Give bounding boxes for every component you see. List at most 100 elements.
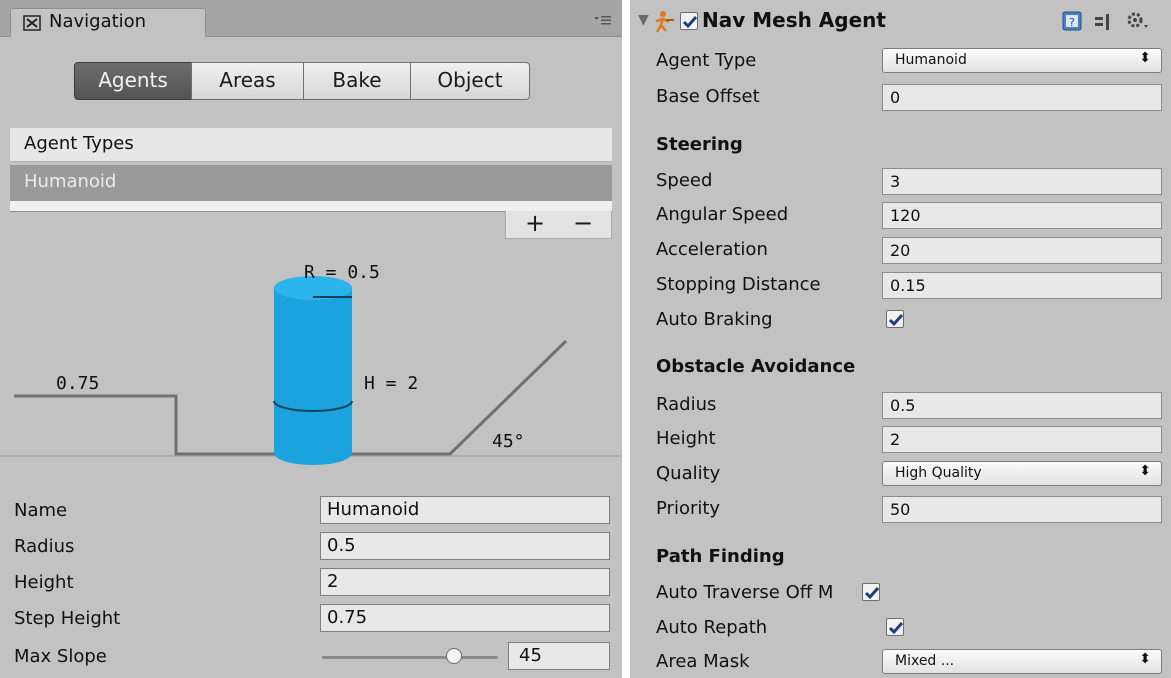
- area-mask-value: Mixed ...: [895, 653, 955, 669]
- oa-radius-row: Radius 0.5: [630, 390, 1171, 420]
- priority-label: Priority: [656, 498, 721, 519]
- agent-cylinder-body: [274, 288, 352, 453]
- auto-braking-label: Auto Braking: [656, 309, 773, 330]
- checkmark-icon: [864, 587, 880, 600]
- height-label: H = 2: [364, 373, 418, 394]
- gear-icon[interactable]: [1125, 10, 1149, 32]
- radius-label: R = 0.5: [304, 262, 380, 283]
- svg-text:?: ?: [1069, 16, 1075, 29]
- auto-traverse-row: Auto Traverse Off M: [630, 578, 1171, 608]
- max-slope-label: Max Slope: [14, 646, 107, 667]
- auto-repath-checkbox[interactable]: [886, 618, 904, 636]
- navigation-icon: [23, 15, 41, 31]
- auto-braking-checkbox[interactable]: [886, 310, 904, 328]
- nav-mesh-agent-inspector: ▼ Nav Mesh Agent ? Agent Type Humanoid ⬍…: [630, 0, 1171, 678]
- angular-speed-field[interactable]: 120: [882, 202, 1162, 229]
- oa-height-row: Height 2: [630, 424, 1171, 454]
- base-offset-label: Base Offset: [656, 86, 760, 107]
- agent-type-label: Agent Type: [656, 50, 757, 71]
- name-field[interactable]: Humanoid: [320, 496, 610, 524]
- step-height-field[interactable]: 0.75: [320, 604, 610, 632]
- area-mask-dropdown[interactable]: Mixed ... ⬍: [882, 649, 1162, 674]
- max-slope-field[interactable]: 45: [508, 642, 610, 670]
- tab-object[interactable]: Object: [410, 62, 530, 100]
- stopping-distance-label: Stopping Distance: [656, 274, 821, 295]
- agent-type-row[interactable]: Humanoid: [10, 165, 612, 201]
- checkmark-icon: [888, 314, 904, 327]
- panel-menu-icon[interactable]: [594, 14, 612, 26]
- agent-cylinder-bottom: [274, 441, 352, 465]
- path-finding-header: Path Finding: [656, 546, 785, 567]
- agent-type-label: Humanoid: [24, 171, 117, 192]
- oa-radius-label: Radius: [656, 394, 717, 415]
- auto-traverse-label: Auto Traverse Off M: [656, 582, 834, 603]
- obstacle-avoidance-header: Obstacle Avoidance: [656, 356, 856, 377]
- acceleration-row: Acceleration 20: [630, 235, 1171, 265]
- agent-types-header: Agent Types: [10, 128, 612, 162]
- navigation-tab[interactable]: Navigation: [10, 8, 206, 37]
- base-offset-row: Base Offset 0: [630, 82, 1171, 112]
- agent-types-header-label: Agent Types: [24, 133, 134, 154]
- priority-field[interactable]: 50: [882, 496, 1162, 523]
- speed-field[interactable]: 3: [882, 168, 1162, 195]
- auto-traverse-checkbox[interactable]: [862, 583, 880, 601]
- max-slope-row: Max Slope 45: [0, 642, 622, 672]
- slope-label: 45°: [492, 431, 525, 452]
- component-enabled-checkbox[interactable]: [680, 12, 698, 30]
- area-mask-row: Area Mask Mixed ... ⬍: [630, 647, 1171, 677]
- auto-braking-row: Auto Braking: [630, 305, 1171, 335]
- acceleration-field[interactable]: 20: [882, 237, 1162, 264]
- agent-type-row: Agent Type Humanoid ⬍: [630, 46, 1171, 76]
- max-slope-slider-track[interactable]: [322, 656, 498, 659]
- oa-radius-field[interactable]: 0.5: [882, 392, 1162, 419]
- agent-type-value: Humanoid: [895, 52, 967, 68]
- step-height-row: Step Height 0.75: [0, 604, 622, 634]
- window-title-bar: Navigation: [0, 0, 622, 37]
- angular-speed-row: Angular Speed 120: [630, 200, 1171, 230]
- stopping-distance-field[interactable]: 0.15: [882, 272, 1162, 299]
- height-label: Height: [14, 572, 74, 593]
- checkmark-icon: [682, 16, 698, 29]
- radius-field[interactable]: 0.5: [320, 532, 610, 560]
- name-label: Name: [14, 500, 68, 521]
- dropdown-arrow-icon: ⬍: [1139, 463, 1151, 479]
- nav-agent-icon: [655, 11, 674, 33]
- oa-height-field[interactable]: 2: [882, 426, 1162, 453]
- preset-icon[interactable]: [1093, 12, 1113, 32]
- name-row: Name Humanoid: [0, 496, 622, 526]
- navigation-window: Navigation Agents Areas Bake Object Agen…: [0, 0, 622, 678]
- navigation-tab-label: Navigation: [49, 11, 147, 32]
- foldout-arrow-icon[interactable]: ▼: [638, 12, 649, 28]
- tab-areas[interactable]: Areas: [191, 62, 304, 100]
- agent-diagram: R = 0.5 H = 2 0.75 45°: [0, 262, 622, 465]
- steering-header: Steering: [656, 134, 743, 155]
- height-row: Height 2: [0, 568, 622, 598]
- quality-dropdown[interactable]: High Quality ⬍: [882, 461, 1162, 486]
- angular-speed-label: Angular Speed: [656, 204, 789, 225]
- auto-repath-label: Auto Repath: [656, 617, 768, 638]
- step-height-label: Step Height: [14, 608, 121, 629]
- speed-label: Speed: [656, 170, 713, 191]
- step-label: 0.75: [56, 373, 99, 394]
- acceleration-label: Acceleration: [656, 239, 768, 260]
- base-offset-field[interactable]: 0: [882, 84, 1162, 111]
- tab-agents[interactable]: Agents: [74, 62, 192, 100]
- radius-label: Radius: [14, 536, 75, 557]
- agent-type-dropdown[interactable]: Humanoid ⬍: [882, 48, 1162, 73]
- help-icon[interactable]: ?: [1062, 11, 1082, 31]
- priority-row: Priority 50: [630, 494, 1171, 524]
- dropdown-arrow-icon: ⬍: [1139, 50, 1151, 66]
- max-slope-slider-thumb[interactable]: [446, 648, 462, 664]
- auto-repath-row: Auto Repath: [630, 613, 1171, 643]
- quality-value: High Quality: [895, 465, 982, 481]
- checkmark-icon: [888, 622, 904, 635]
- quality-row: Quality High Quality ⬍: [630, 459, 1171, 489]
- area-mask-label: Area Mask: [656, 651, 750, 672]
- quality-label: Quality: [656, 463, 721, 484]
- stopping-distance-row: Stopping Distance 0.15: [630, 270, 1171, 300]
- speed-row: Speed 3: [630, 166, 1171, 196]
- radius-row: Radius 0.5: [0, 532, 622, 562]
- height-field[interactable]: 2: [320, 568, 610, 596]
- component-title: Nav Mesh Agent: [702, 8, 886, 32]
- tab-bake[interactable]: Bake: [303, 62, 411, 100]
